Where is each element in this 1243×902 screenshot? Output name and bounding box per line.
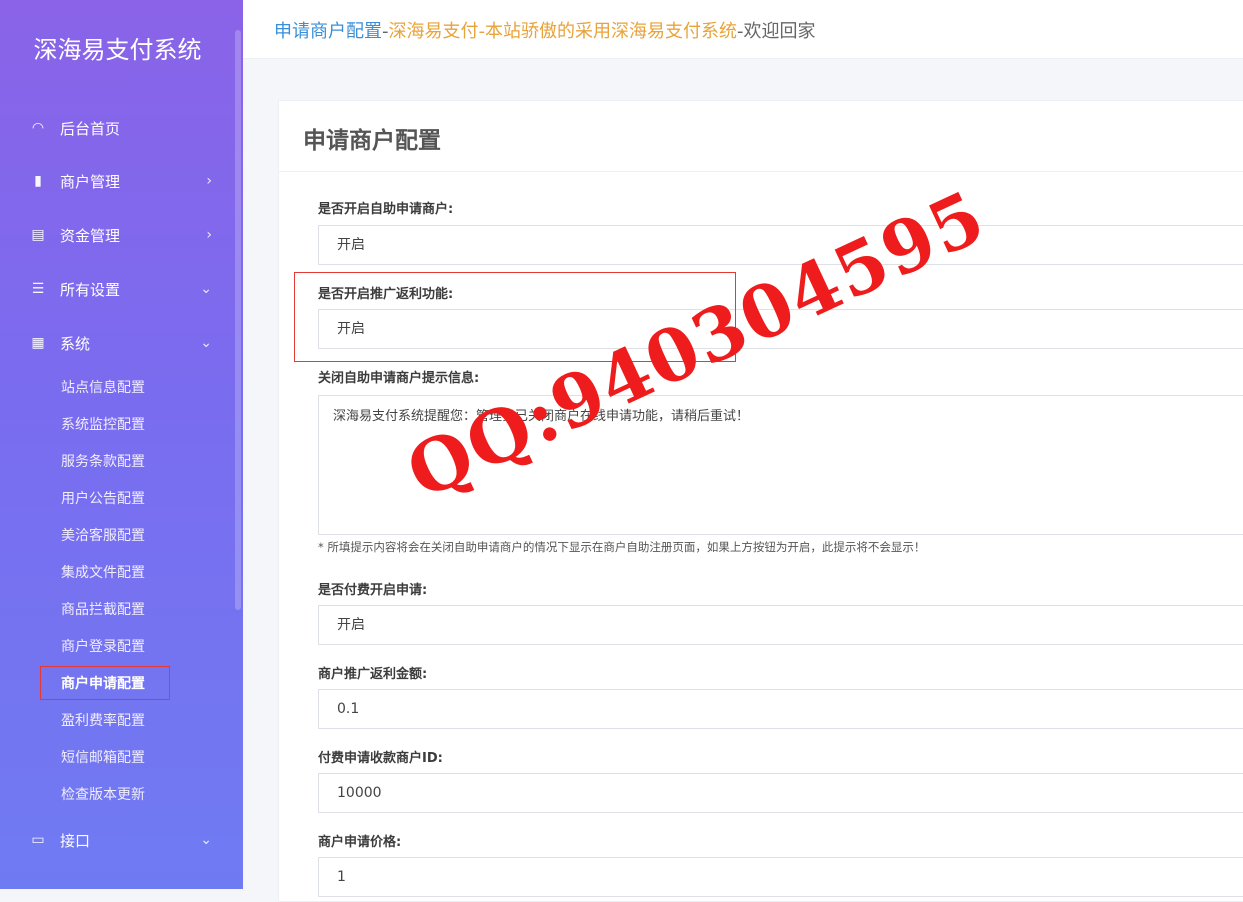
field-label: 是否开启自助申请商户: <box>318 202 454 217</box>
sidebar-item-label: 接口 <box>60 831 91 850</box>
merchant-id-input[interactable]: 10000 <box>318 773 1243 813</box>
chevron-down-icon: ⌄ <box>200 281 212 297</box>
rebate-amount-input[interactable]: 0.1 <box>318 689 1243 729</box>
field-label: 商户推广返利金额: <box>318 667 428 682</box>
sub-item-sms-mail[interactable]: 短信邮箱配置 <box>61 746 145 770</box>
top-bar: 申请商户配置-深海易支付-本站骄傲的采用深海易支付系统-欢迎回家 <box>243 0 1243 59</box>
field-label: 付费申请收款商户ID: <box>318 751 443 766</box>
sub-item-notice[interactable]: 用户公告配置 <box>61 487 145 511</box>
sub-item-goods-block[interactable]: 商品拦截配置 <box>61 598 145 622</box>
sub-item-rate[interactable]: 盈利费率配置 <box>61 709 145 733</box>
chevron-down-icon: ⌄ <box>200 335 212 351</box>
sidebar-item-home[interactable]: ◠ 后台首页 <box>0 110 230 146</box>
calculator-icon: ▦ <box>31 335 45 351</box>
sidebar-item-merchant[interactable]: ▮ 商户管理 › <box>0 163 230 199</box>
field-label: 是否付费开启申请: <box>318 583 428 598</box>
sidebar-item-settings[interactable]: ☰ 所有设置 ⌄ <box>0 271 230 307</box>
sidebar: 深海易支付系统 ◠ 后台首页 ▮ 商户管理 › ▤ 资金管理 › ☰ 所有设置 … <box>0 0 243 889</box>
bar-chart-icon: ▮ <box>34 173 42 189</box>
sub-item-files[interactable]: 集成文件配置 <box>61 561 145 585</box>
dashboard-icon: ◠ <box>31 120 45 136</box>
sidebar-item-label: 系统 <box>60 334 91 353</box>
breadcrumb-page[interactable]: 申请商户配置 <box>274 21 382 42</box>
sidebar-item-system[interactable]: ▦ 系统 ⌄ <box>0 325 230 361</box>
sub-item-site-info[interactable]: 站点信息配置 <box>61 376 145 400</box>
sidebar-scrollbar[interactable] <box>235 30 241 610</box>
chevron-down-icon: ⌄ <box>200 832 212 848</box>
chevron-right-icon: › <box>206 173 212 189</box>
sidebar-item-label: 后台首页 <box>60 119 121 138</box>
list-icon: ☰ <box>31 281 45 297</box>
sub-item-update[interactable]: 检查版本更新 <box>61 783 145 807</box>
brand-title: 深海易支付系统 <box>33 36 202 64</box>
divider <box>279 171 1243 172</box>
sidebar-item-label: 资金管理 <box>60 226 121 245</box>
field-label: 商户申请价格: <box>318 835 402 850</box>
folder-icon: ▭ <box>31 832 45 848</box>
sub-item-terms[interactable]: 服务条款配置 <box>61 450 145 474</box>
highlight-box <box>40 666 170 700</box>
page-title: 申请商户配置 <box>303 128 441 154</box>
breadcrumb-site: 深海易支付-本站骄傲的采用深海易支付系统 <box>388 21 738 42</box>
sidebar-item-label: 所有设置 <box>60 280 121 299</box>
sub-item-meiqia[interactable]: 美洽客服配置 <box>61 524 145 548</box>
breadcrumb: 申请商户配置-深海易支付-本站骄傲的采用深海易支付系统-欢迎回家 <box>274 21 816 42</box>
chevron-right-icon: › <box>206 227 212 243</box>
paid-apply-select[interactable]: 开启 <box>318 605 1243 645</box>
sidebar-item-funds[interactable]: ▤ 资金管理 › <box>0 217 230 253</box>
field-label: 关闭自助申请商户提示信息: <box>318 371 480 386</box>
breadcrumb-welcome: 欢迎回家 <box>743 21 816 42</box>
help-text: * 所填提示内容将会在关闭自助申请商户的情况下显示在商户自助注册页面，如果上方按… <box>318 540 926 554</box>
sub-item-monitor[interactable]: 系统监控配置 <box>61 413 145 437</box>
sidebar-item-label: 商户管理 <box>60 172 121 191</box>
sub-item-login[interactable]: 商户登录配置 <box>61 635 145 659</box>
apply-price-input[interactable]: 1 <box>318 857 1243 897</box>
document-icon: ▤ <box>31 227 45 243</box>
sidebar-item-api[interactable]: ▭ 接口 ⌄ <box>0 822 230 858</box>
